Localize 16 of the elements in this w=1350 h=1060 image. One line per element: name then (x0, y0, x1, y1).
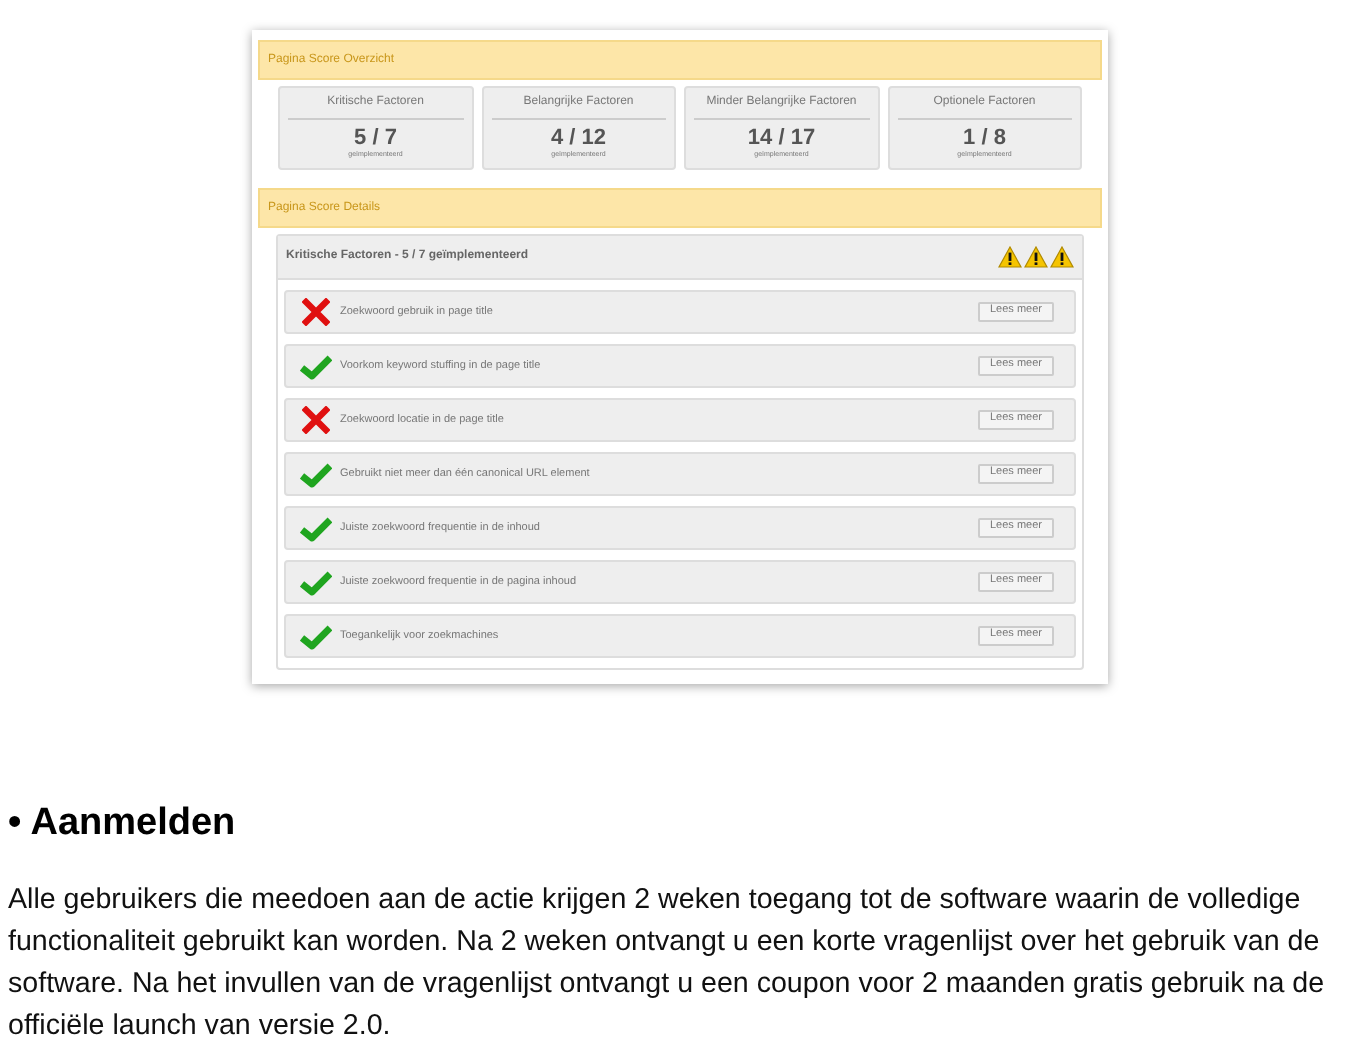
check-icon (300, 569, 332, 595)
paragraph: Alle gebruikers die meedoen aan de actie krijgen 2 weken toegang tot de software waarin de volledige functionaliteit gebruikt kan worden. Na 2 weken ontvangt u een korte vragenlijst over het gebruik van de software. Na het invullen van de vragenlijst ontvangt u een coupon voor 2 maanden gratis gebruik na de officiële launch van versie 2.0. (8, 882, 1327, 1046)
card-score: 4 / 12 (550, 126, 607, 150)
check-icon (300, 623, 332, 649)
cross-icon (302, 298, 330, 326)
warning-icon (1024, 246, 1048, 268)
card-score: 5 / 7 (354, 126, 397, 150)
card-score: 1 / 8 (963, 126, 1006, 150)
section-heading: • Aanmelden (8, 800, 238, 848)
cross-icon (302, 406, 330, 434)
check-icon (300, 515, 332, 541)
check-icon (300, 461, 332, 487)
check-icon (300, 353, 332, 379)
warning-icon (998, 246, 1022, 268)
warning-icon (1050, 246, 1074, 268)
card-score: 14 / 17 (747, 126, 816, 150)
